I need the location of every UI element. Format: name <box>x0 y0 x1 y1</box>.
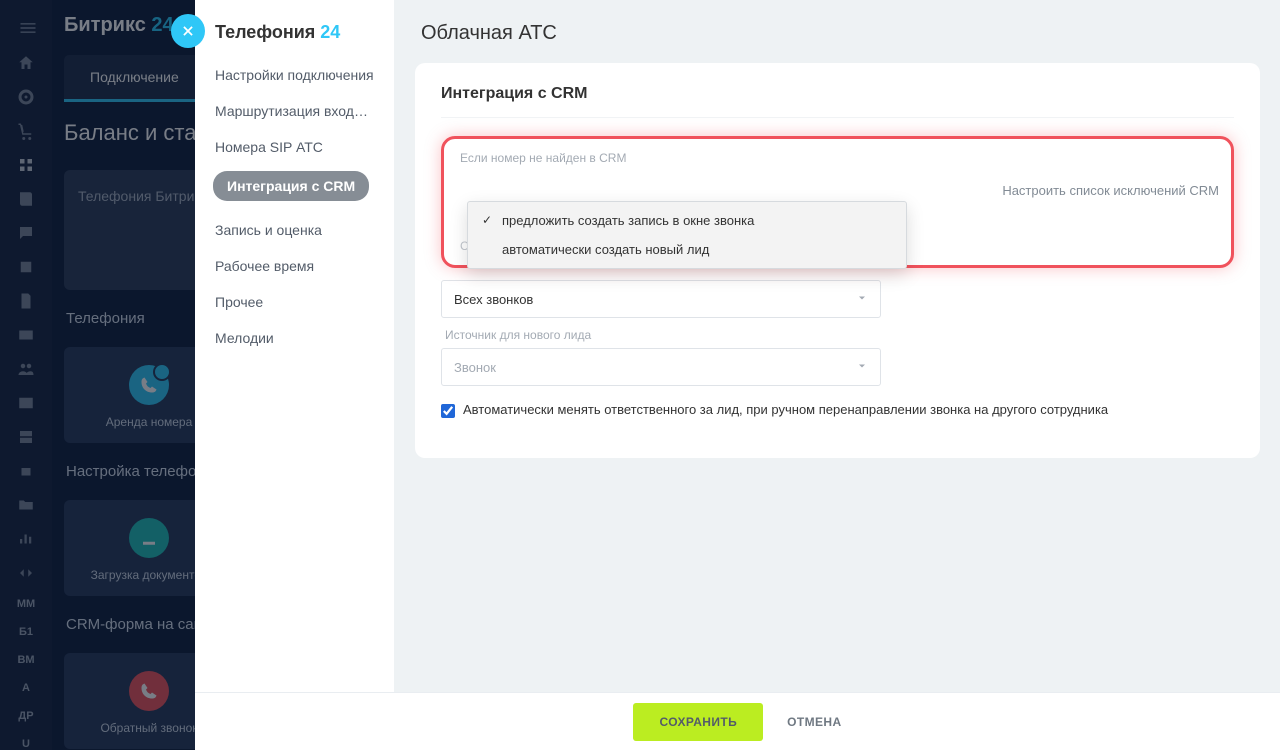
auto-reassign-checkbox[interactable]: Автоматически менять ответственного за л… <box>441 402 1234 418</box>
panel-title: Телефония 24 <box>195 22 394 57</box>
settings-nav: Телефония 24 Настройки подключения Маршр… <box>195 0 395 750</box>
checkbox-label: Автоматически менять ответственного за л… <box>463 402 1108 417</box>
option-suggest-create[interactable]: предложить создать запись в окне звонка <box>468 206 906 235</box>
chevron-down-icon <box>856 360 868 375</box>
field-label-notfound: Если номер не найден в CRM <box>460 151 1219 165</box>
slide-panel: Телефония 24 Настройки подключения Маршр… <box>195 0 1280 750</box>
option-auto-lead[interactable]: автоматически создать новый лид <box>468 235 906 264</box>
nav-working-hours[interactable]: Рабочее время <box>195 248 394 284</box>
select-source[interactable]: Звонок <box>441 348 881 386</box>
section-heading: Интеграция с CRM <box>441 85 1234 118</box>
field-label-source: Источник для нового лида <box>445 328 1234 342</box>
checkbox-input[interactable] <box>441 404 455 418</box>
configure-exclusions-link[interactable]: Настроить список исключений CRM <box>1002 183 1219 198</box>
select-value: Всех звонков <box>454 292 533 307</box>
close-panel-button[interactable] <box>171 14 205 48</box>
settings-card: Интеграция с CRM Если номер не найден в … <box>415 63 1260 458</box>
main-content: Облачная АТС Интеграция с CRM Если номер… <box>395 0 1280 750</box>
save-button[interactable]: Сохранить <box>633 703 763 741</box>
nav-routing[interactable]: Маршрутизация входящ… <box>195 93 394 129</box>
dropdown-options: предложить создать запись в окне звонка … <box>467 201 907 269</box>
cancel-button[interactable]: Отмена <box>787 715 841 729</box>
nav-sip-numbers[interactable]: Номера SIP АТС <box>195 129 394 165</box>
footer-actions: Сохранить Отмена <box>195 692 1280 750</box>
nav-other[interactable]: Прочее <box>195 284 394 320</box>
highlighted-setting: Если номер не найден в CRM предложить со… <box>441 136 1234 268</box>
nav-connection-settings[interactable]: Настройки подключения <box>195 57 394 93</box>
select-lead-for[interactable]: Всех звонков <box>441 280 881 318</box>
chevron-down-icon <box>856 292 868 307</box>
page-title: Облачная АТС <box>395 0 1280 63</box>
nav-crm-integration[interactable]: Интеграция с CRM <box>213 171 369 201</box>
nav-melodies[interactable]: Мелодии <box>195 320 394 356</box>
select-value: Звонок <box>454 360 496 375</box>
nav-recording[interactable]: Запись и оценка <box>195 212 394 248</box>
